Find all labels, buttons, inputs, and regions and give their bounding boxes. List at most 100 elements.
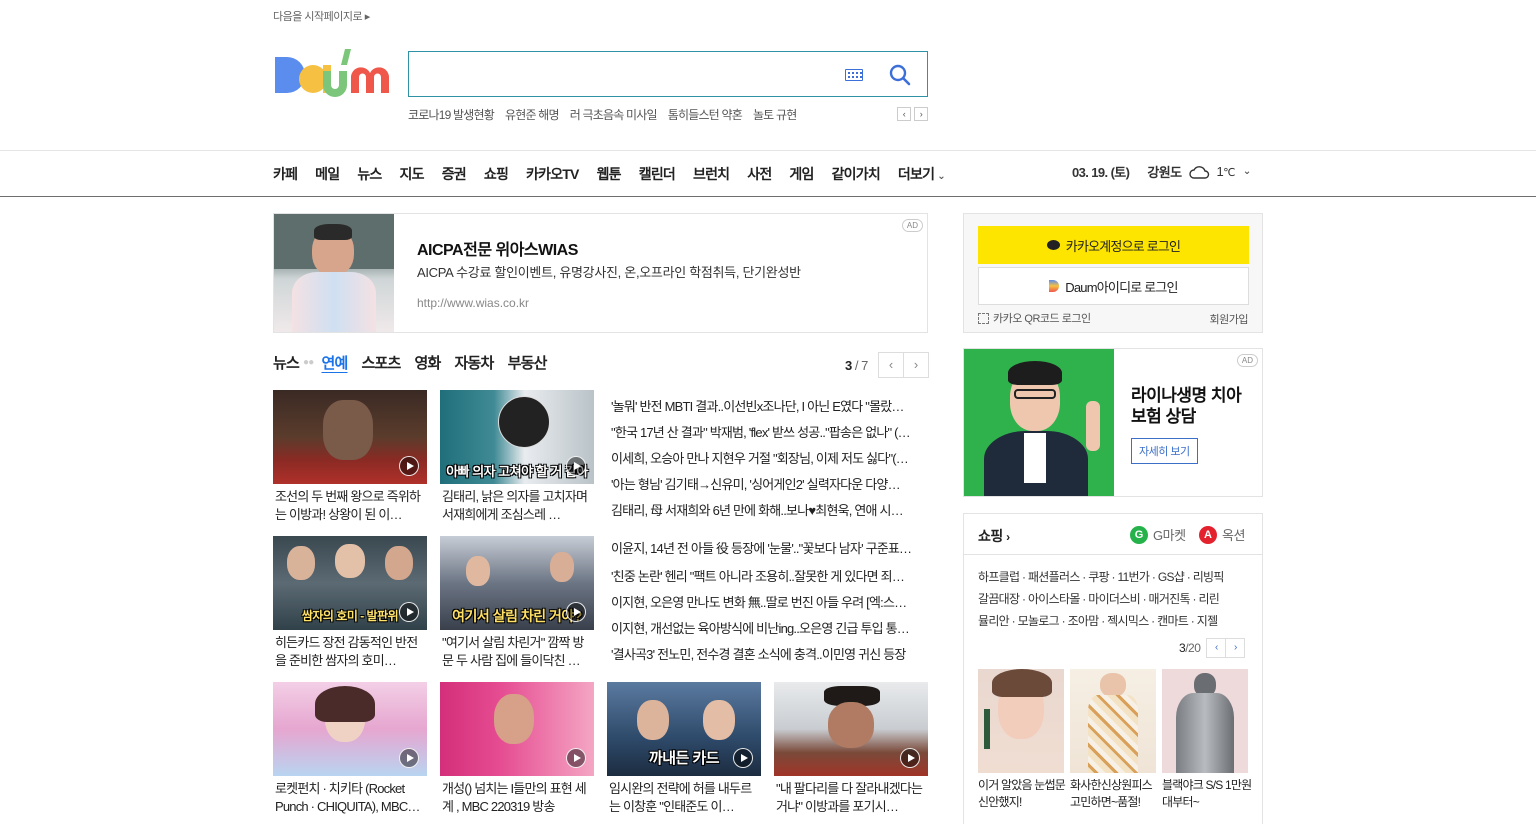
nav-cafe[interactable]: 카페 [273,164,298,184]
tab-movie[interactable]: 영화 [415,352,442,373]
news-thumb[interactable]: 여기서 살림 차린 거야? [440,536,594,630]
shop-link[interactable]: 모놀로그 [1018,614,1060,628]
nav-map[interactable]: 지도 [400,164,425,184]
chevron-down-icon[interactable]: ⌄ [1243,166,1251,177]
news-thumb-title[interactable]: "여기서 살림 차린거" 깜짝 방문 두 사람 집에 들이닥친 … [442,634,594,670]
shop-link[interactable]: 캔마트 [1157,614,1189,628]
news-thumb[interactable]: 아빠 의자 고쳐야 할 거 같아 [440,390,594,484]
news-thumb-title[interactable]: 히든카드 장전 감동적인 반전을 준비한 쌈자의 호미… [275,634,427,670]
product-image[interactable] [1070,669,1156,773]
shop-link[interactable]: 하프클럽 [978,570,1020,584]
news-headline[interactable]: 이세희, 오승아 만나 지현우 거절 "회장님, 이제 저도 싫다"(… [611,448,927,467]
shopping-title[interactable]: 쇼핑 › [978,526,1010,546]
news-headline[interactable]: 김태리, 母 서재희와 6년 만에 화해..보나♥최현욱, 연애 시… [611,500,927,519]
news-thumb-title[interactable]: 김태리, 낡은 의자를 고치자며 서재희에게 조심스레 … [442,488,594,524]
trend-keyword[interactable]: 코로나19 발생현황 [408,106,495,123]
shop-link[interactable]: 마이더스비 [1088,592,1140,606]
trend-keyword[interactable]: 유현준 해명 [505,106,560,123]
search-button[interactable] [887,62,913,88]
side-ad-detail-button[interactable]: 자세히 보기 [1131,438,1198,464]
product-title[interactable]: 이거 알았음 눈썹문신안했지! [978,777,1070,811]
trend-keyword[interactable]: 놀토 규현 [753,106,797,123]
play-icon [566,602,586,622]
news-thumb-title[interactable]: "내 팔다리를 다 잘라내겠다는 거냐" 이방과를 포기시… [776,780,928,816]
nav-shopping[interactable]: 쇼핑 [484,164,509,184]
trend-keyword[interactable]: 톰히들스턴 약혼 [668,106,743,123]
product-image[interactable] [1162,669,1248,773]
shop-link[interactable]: 지젤 [1197,614,1218,628]
shop-link[interactable]: 젝시믹스 [1107,614,1149,628]
shop-link[interactable]: 조아맘 [1068,614,1100,628]
news-prev-button[interactable]: ‹ [877,352,904,378]
trend-prev-button[interactable]: ‹ [897,107,911,121]
shop-link[interactable]: 뮬리안 [978,614,1010,628]
keyboard-icon[interactable] [845,69,863,81]
news-thumb[interactable] [774,682,928,776]
play-icon [399,602,419,622]
shop-link[interactable]: 갈끔대장 [978,592,1020,606]
nav-news[interactable]: 뉴스 [357,164,382,184]
nav-dictionary[interactable]: 사전 [747,164,772,184]
nav-kakaotv[interactable]: 카카오TV [526,164,579,184]
tab-entertainment[interactable]: 연예 [322,352,349,373]
shop-link[interactable]: 아이스타몰 [1028,592,1080,606]
news-thumb-title[interactable]: 로켓펀치 · 치키타 (Rocket Punch · CHIQUITA), MB… [275,780,427,816]
tab-car[interactable]: 자동차 [455,352,495,373]
shop-link[interactable]: 쿠팡 [1088,570,1109,584]
nav-more[interactable]: 더보기 ⌄ [898,164,946,184]
news-headline[interactable]: 이윤지, 14년 전 아들 役 등장에 '눈물'.."꽃보다 남자' 구준표… [611,538,927,557]
nav-mail[interactable]: 메일 [315,164,340,184]
shop-link[interactable]: 매거진톡 [1149,592,1191,606]
nav-together[interactable]: 같이가치 [832,164,881,184]
trend-next-button[interactable]: › [914,107,928,121]
shop-link[interactable]: GS샵 [1158,570,1185,584]
tab-news[interactable]: 뉴스 [273,352,300,373]
nav-brunch[interactable]: 브런치 [693,164,730,184]
daum-login-button[interactable]: Daum아이디로 로그인 [978,267,1249,305]
qr-login-link[interactable]: 카카오 QR코드 로그인 [978,310,1091,326]
daum-logo[interactable] [273,49,389,99]
news-headline[interactable]: '놀뭐' 반전 MBTI 결과..이선빈x조나단, I 아닌 E였다 "몰랐… [611,396,927,415]
ad-banner[interactable]: AICPA전문 위아스WIAS AICPA 수강료 할인이벤트, 유명강사진, … [273,213,928,333]
nav-stock[interactable]: 증권 [442,164,467,184]
search-input[interactable] [421,62,831,86]
news-thumb-title[interactable]: 개성() 넘치는 I들만의 표현 세계 , MBC 220319 방송 [442,780,594,816]
news-headline[interactable]: '결사곡3' 전노민, 전수경 결혼 소식에 충격..이민영 귀신 등장 [611,644,927,663]
product-title[interactable]: 화사한신상원피스 고민하면~품절! [1070,777,1162,811]
news-headline[interactable]: "한국 17년 산 결과" 박재범, 'flex' 받쓰 성공.."팝송은 없나… [611,422,927,441]
kakao-login-button[interactable]: 카카오계정으로 로그인 [978,226,1249,264]
news-thumb[interactable] [440,682,594,776]
auction-link[interactable]: A 옥션 [1199,525,1245,544]
news-thumb[interactable] [273,682,427,776]
nav-calendar[interactable]: 캘린더 [639,164,676,184]
product-title[interactable]: 블랙야크 S/S 1만원대부터~ [1162,777,1254,811]
news-thumb-title[interactable]: 임시완의 전략에 허를 내두르는 이창훈 "인태준도 이… [609,780,761,816]
news-next-button[interactable]: › [902,352,929,378]
region-label[interactable]: 강원도 [1147,162,1182,181]
nav-webtoon[interactable]: 웹툰 [597,164,622,184]
signup-link[interactable]: 회원가입 [1210,311,1249,327]
shopping-prev-button[interactable]: ‹ [1206,638,1227,658]
trend-keyword[interactable]: 러 극초음속 미사일 [570,106,658,123]
set-homepage-link[interactable]: 다음을 시작페이지로 ▸ [273,8,370,24]
shop-link[interactable]: 패션플러스 [1028,570,1080,584]
news-headline[interactable]: 이지현, 오은영 만나도 변화 無..딸로 번진 아들 우려 [엑:스… [611,592,927,611]
tab-sports[interactable]: 스포츠 [362,352,402,373]
news-thumb[interactable]: 까내든 카드 [607,682,761,776]
shopping-next-button[interactable]: › [1225,638,1246,658]
news-thumb[interactable]: 쌈자의 호미 - 발판위 [273,536,427,630]
tab-realestate[interactable]: 부동산 [508,352,548,373]
news-headline[interactable]: '친중 논란' 헨리 "팩트 아니라 조용히..잘못한 게 있다면 죄… [611,566,927,585]
shop-link[interactable]: 리린 [1198,592,1219,606]
nav-game[interactable]: 게임 [789,164,814,184]
gmarket-link[interactable]: G G마켓 [1130,525,1186,544]
shop-link[interactable]: 리빙픽 [1193,570,1225,584]
shop-link[interactable]: 11번가 [1118,570,1150,584]
side-ad[interactable]: 라이나생명 치아보험 상담 자세히 보기 AD [963,348,1263,497]
kakao-login-label: 카카오계정으로 로그인 [1065,238,1181,254]
news-thumb-title[interactable]: 조선의 두 번째 왕으로 즉위하는 이방과! 상왕이 된 이… [275,488,427,524]
news-thumb[interactable] [273,390,427,484]
news-headline[interactable]: '아는 형님' 김기태→신유미, '싱어게인2' 실력자다운 다양… [611,474,927,493]
news-headline[interactable]: 이지현, 개선없는 육아방식에 비난ing..오은영 긴급 투입 통… [611,618,927,637]
product-image[interactable] [978,669,1064,773]
